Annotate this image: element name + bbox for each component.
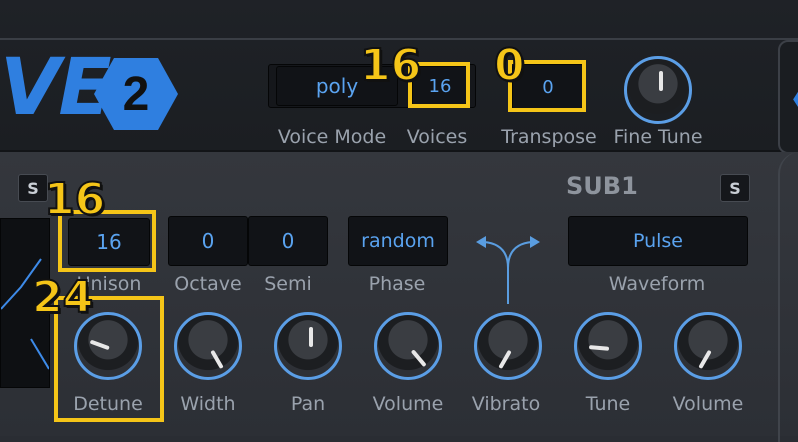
phase-field[interactable]: random (348, 216, 448, 266)
volume-label: Volume (372, 393, 444, 415)
phase-label: Phase (368, 273, 426, 295)
fine-tune-needle (659, 71, 663, 91)
vibrato-needle (498, 349, 512, 370)
logo-badge-hex: 2 (94, 58, 178, 130)
octave-label: Octave (174, 273, 242, 295)
transpose-label: Transpose (501, 126, 597, 148)
vibrato-label: Vibrato (471, 393, 541, 415)
fine-tune-knob[interactable] (624, 56, 692, 124)
sub-volume-knob[interactable] (674, 312, 742, 380)
width-knob[interactable] (174, 312, 242, 380)
sub-solo-button[interactable]: S (720, 174, 750, 202)
sub-tune-needle (588, 345, 610, 351)
sub-tune-label: Tune (585, 393, 631, 415)
sub-title: SUB1 (566, 172, 638, 200)
vibrato-knob[interactable] (474, 312, 542, 380)
detune-marker: 24 (31, 272, 94, 323)
volume-knob[interactable] (374, 312, 442, 380)
width-needle (210, 349, 224, 370)
voices-label: Voices (406, 126, 468, 148)
logo-badge-number: 2 (123, 68, 150, 121)
sub-volume-label: Volume (672, 393, 744, 415)
transpose-marker: 0 (493, 40, 526, 91)
width-label: Width (180, 393, 236, 415)
octave-field[interactable]: 0 (168, 216, 248, 266)
right-frame: ❮ (778, 40, 798, 154)
volume-needle (410, 349, 427, 368)
panel-right-border (778, 152, 798, 442)
chevron-left-icon[interactable]: ❮ (790, 86, 798, 111)
unison-marker: 16 (43, 174, 106, 225)
waveform-select[interactable]: Pulse (568, 216, 748, 266)
pan-knob[interactable] (274, 312, 342, 380)
waveform-label: Waveform (608, 273, 706, 295)
pan-label: Pan (290, 393, 326, 415)
pan-needle (309, 327, 313, 347)
sub-volume-needle (698, 349, 712, 370)
semi-field[interactable]: 0 (248, 216, 328, 266)
semi-label: Semi (264, 273, 312, 295)
vibrato-split-arrows-icon (476, 236, 540, 304)
fine-tune-label: Fine Tune (613, 126, 703, 148)
voices-marker: 16 (359, 40, 422, 91)
sub-tune-knob[interactable] (574, 312, 642, 380)
voice-mode-label: Voice Mode (277, 126, 387, 148)
